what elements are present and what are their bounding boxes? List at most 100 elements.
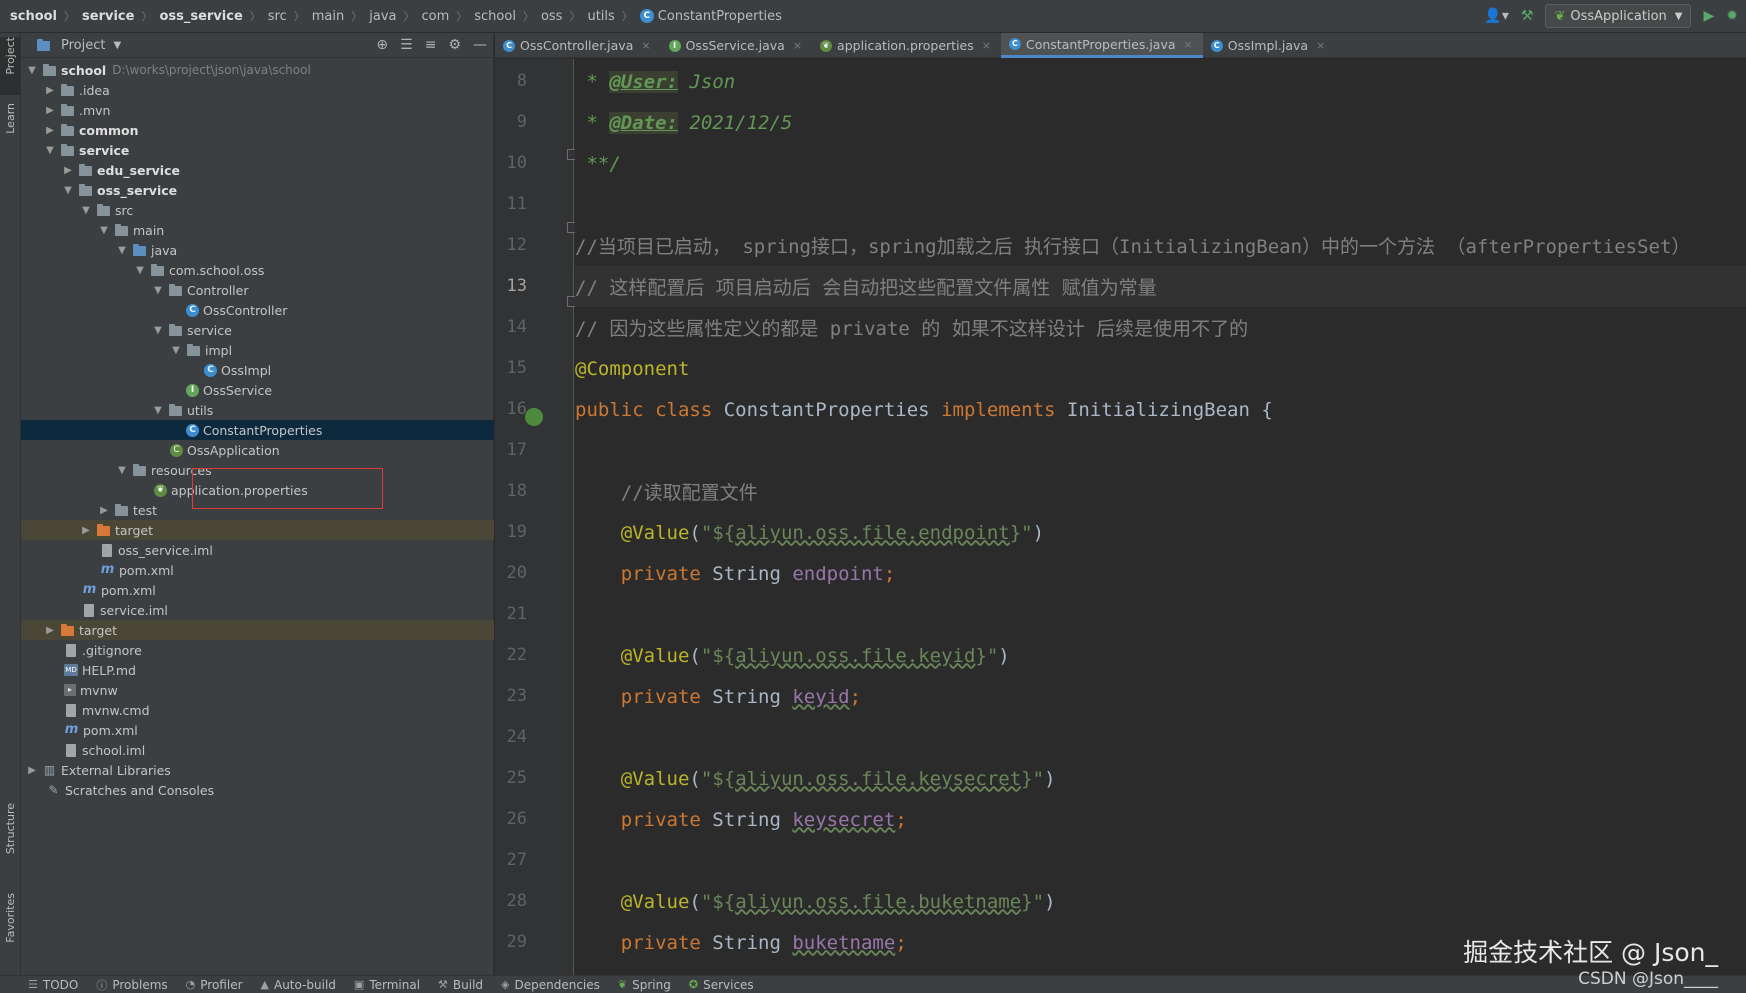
editor-gutter[interactable]: 8 9 10 11 12 13 14 15 16 17 18 19 20 21 22 23 24 25 26 27 28… (495, 59, 578, 975)
chevron-right-icon[interactable]: ▶ (43, 85, 57, 96)
code-line[interactable]: public class ConstantProperties implemen… (575, 389, 1746, 430)
spring-tool-button[interactable]: ❦ Spring (618, 978, 671, 992)
chevron-down-icon[interactable]: ▼ (97, 225, 111, 236)
code-line[interactable]: @Value("${aliyun.oss.file.buketname}") (575, 881, 1746, 922)
tree-item-target[interactable]: ▶ target (21, 520, 494, 540)
chevron-down-icon[interactable]: ▼ (151, 325, 165, 336)
close-icon[interactable]: × (641, 39, 650, 52)
editor-tab-constant-properties[interactable]: C ConstantProperties.java × (1000, 33, 1203, 58)
chevron-down-icon[interactable]: ▼ (151, 285, 165, 296)
close-icon[interactable]: × (982, 39, 991, 52)
todo-tool-button[interactable]: ☰ TODO (28, 978, 78, 992)
chevron-right-icon[interactable]: ▶ (61, 165, 75, 176)
tree-item-utils[interactable]: ▼ utils (21, 400, 494, 420)
dependencies-tool-button[interactable]: ◈ Dependencies (501, 978, 600, 992)
tree-item-src[interactable]: ▼ src (21, 200, 494, 220)
run-icon[interactable]: ▶ (1703, 8, 1714, 24)
breadcrumb-item[interactable]: oss (541, 9, 563, 24)
close-icon[interactable]: × (793, 39, 802, 52)
tree-item-mvnw[interactable]: ▸ mvnw (21, 680, 494, 700)
tree-item-test[interactable]: ▶ test (21, 500, 494, 520)
tree-item-oss-application[interactable]: C OssApplication (21, 440, 494, 460)
chevron-right-icon[interactable]: ▶ (79, 525, 93, 536)
code-line[interactable]: private String keyid; (575, 676, 1746, 717)
code-line[interactable]: @Value("${aliyun.oss.file.endpoint}") (575, 512, 1746, 553)
editor-tab-oss-impl[interactable]: C OssImpl.java × (1203, 33, 1336, 58)
tree-item-oss-controller[interactable]: C OssController (21, 300, 494, 320)
tree-item-help-md[interactable]: MD HELP.md (21, 660, 494, 680)
code-line[interactable] (575, 594, 1746, 635)
breadcrumb-item[interactable]: main (312, 9, 344, 24)
code-line[interactable]: @Value("${aliyun.oss.file.keyid}") (575, 635, 1746, 676)
code-line[interactable]: //当项目已启动， spring接口，spring加载之后 执行接口（Initi… (575, 225, 1746, 266)
tree-item-common[interactable]: ▶ common (21, 120, 494, 140)
terminal-tool-button[interactable]: ▣ Terminal (354, 978, 420, 992)
code-line[interactable] (575, 840, 1746, 881)
code-line[interactable]: private String buketname; (575, 922, 1746, 963)
tool-tab-structure[interactable]: Structure (0, 803, 21, 873)
chevron-right-icon[interactable]: ▶ (43, 625, 57, 636)
chevron-right-icon[interactable]: ▶ (25, 765, 39, 776)
tree-item-school-iml[interactable]: school.iml (21, 740, 494, 760)
tool-tab-favorites[interactable]: Favorites (0, 893, 21, 963)
build-hammer-icon[interactable]: ⚒ (1521, 8, 1534, 24)
code-line[interactable]: //读取配置文件 (575, 471, 1746, 512)
tree-item-school[interactable]: ▼ school D:\works\project\json\java\school (21, 60, 494, 80)
chevron-down-icon[interactable]: ▼ (25, 65, 39, 76)
spring-bean-gutter-icon[interactable] (525, 408, 543, 426)
code-line[interactable]: @Value("${aliyun.oss.file.keysecret}") (575, 758, 1746, 799)
locate-icon[interactable]: ⊕ (376, 37, 388, 53)
chevron-down-icon[interactable]: ▼ (43, 145, 57, 156)
tree-item-service[interactable]: ▼ service (21, 140, 494, 160)
auto-build-tool-button[interactable]: ▲ Auto-build (261, 978, 336, 992)
tree-item-service-package[interactable]: ▼ service (21, 320, 494, 340)
editor-tab-application-properties[interactable]: ❦ application.properties × (812, 33, 1001, 58)
chevron-down-icon[interactable]: ▼ (169, 345, 183, 356)
chevron-down-icon[interactable]: ▼ (115, 465, 129, 476)
tree-item-java[interactable]: ▼ java (21, 240, 494, 260)
hide-icon[interactable]: — (473, 37, 487, 53)
code-line[interactable] (575, 717, 1746, 758)
code-line[interactable]: @Component (575, 348, 1746, 389)
services-tool-button[interactable]: ✪ Services (689, 978, 754, 992)
tree-item-pom-xml[interactable]: m pom.xml (21, 720, 494, 740)
chevron-down-icon[interactable]: ▼ (113, 40, 121, 51)
tree-item-oss-service-interface[interactable]: I OssService (21, 380, 494, 400)
project-view-selector[interactable]: Project (61, 38, 105, 53)
tree-item-controller[interactable]: ▼ Controller (21, 280, 494, 300)
editor-tab-oss-controller[interactable]: C OssController.java × (495, 33, 661, 58)
code-line[interactable]: // 这样配置后 项目启动后 会自动把这些配置文件属性 赋值为常量 (575, 266, 1746, 307)
chevron-right-icon[interactable]: ▶ (97, 505, 111, 516)
code-line[interactable]: private String keysecret; (575, 799, 1746, 840)
code-editor[interactable]: * @User: Json * @Date: 2021/12/5 **/ //当项… (575, 59, 1746, 975)
tree-item-target[interactable]: ▶ target (21, 620, 494, 640)
tree-item-scratches[interactable]: ✎ Scratches and Consoles (21, 780, 494, 800)
run-configuration-select[interactable]: ❦ OssApplication ▼ (1545, 4, 1692, 28)
code-line[interactable] (575, 430, 1746, 471)
tree-item-pom-xml[interactable]: m pom.xml (21, 560, 494, 580)
breadcrumb-item[interactable]: com (422, 9, 450, 24)
tree-item-impl[interactable]: ▼ impl (21, 340, 494, 360)
tree-item-main[interactable]: ▼ main (21, 220, 494, 240)
chevron-down-icon[interactable]: ▼ (115, 245, 129, 256)
breadcrumb-item[interactable]: school (10, 9, 57, 24)
code-line[interactable]: * @Date: 2021/12/5 (575, 102, 1746, 143)
tree-item-external-libraries[interactable]: ▶ ▥ External Libraries (21, 760, 494, 780)
code-line[interactable] (575, 184, 1746, 225)
chevron-down-icon[interactable]: ▼ (79, 205, 93, 216)
breadcrumb-item[interactable]: ConstantProperties (658, 9, 782, 24)
tree-item-mvn[interactable]: ▶ .mvn (21, 100, 494, 120)
breadcrumb-item[interactable]: service (82, 9, 134, 24)
gear-icon[interactable]: ⚙ (448, 37, 461, 53)
code-line[interactable]: private String endpoint; (575, 553, 1746, 594)
user-icon[interactable]: 👤▾ (1484, 8, 1508, 24)
tree-item-oss-service[interactable]: ▼ oss_service (21, 180, 494, 200)
chevron-down-icon[interactable]: ▼ (61, 185, 75, 196)
profiler-tool-button[interactable]: ◔ Profiler (186, 978, 243, 992)
chevron-down-icon[interactable]: ▼ (151, 405, 165, 416)
tree-item-pom-xml[interactable]: m pom.xml (21, 580, 494, 600)
tree-item-oss-service-iml[interactable]: oss_service.iml (21, 540, 494, 560)
tree-item-com-school-oss[interactable]: ▼ com.school.oss (21, 260, 494, 280)
tree-item-mvnw-cmd[interactable]: mvnw.cmd (21, 700, 494, 720)
build-tool-button[interactable]: ⚒ Build (438, 978, 483, 992)
